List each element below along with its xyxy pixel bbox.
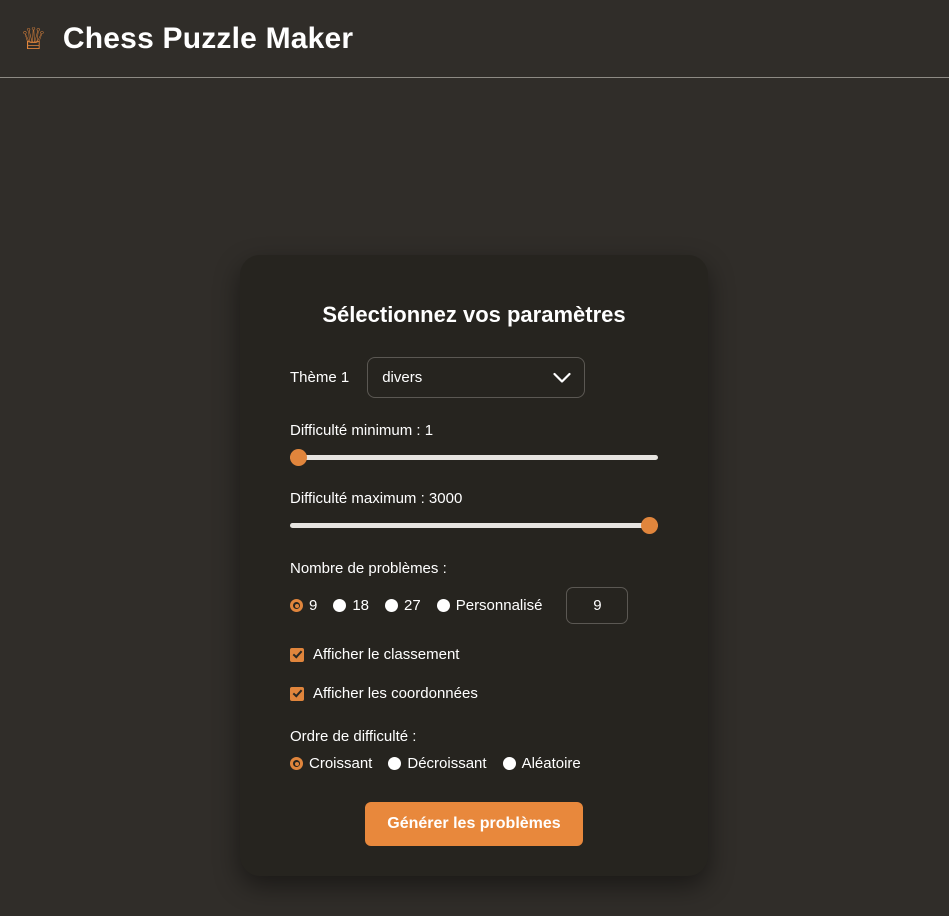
checkbox-indicator[interactable] <box>290 686 304 701</box>
generate-puzzles-button[interactable]: Générer les problèmes <box>365 802 583 846</box>
difficulty-max-label: Difficulté maximum : 3000 <box>290 490 463 507</box>
difficulty-order-option-ascending[interactable]: Croissant <box>290 755 372 772</box>
settings-card: Sélectionnez vos paramètres Thème 1 dive… <box>240 255 708 876</box>
radio-label: Aléatoire <box>521 755 581 772</box>
difficulty-order-options: Croissant Décroissant Aléatoire <box>290 755 658 772</box>
radio-indicator[interactable] <box>502 757 516 770</box>
radio-indicator[interactable] <box>388 757 402 770</box>
radio-label: 9 <box>309 597 318 614</box>
theme-row: Thème 1 divers <box>290 357 658 398</box>
submit-wrapper: Générer les problèmes <box>290 802 658 846</box>
difficulty-order-block: Ordre de difficulté : Croissant Décroiss… <box>290 728 658 772</box>
difficulty-order-option-random[interactable]: Aléatoire <box>502 755 581 772</box>
difficulty-order-option-descending[interactable]: Décroissant <box>388 755 487 772</box>
difficulty-max-slider[interactable] <box>290 516 658 534</box>
settings-form: Thème 1 divers Difficulté minimum : 1 Di… <box>240 357 708 846</box>
radio-indicator[interactable] <box>290 599 303 612</box>
app-title: Chess Puzzle Maker <box>62 21 354 55</box>
problem-count-block: Nombre de problèmes : 9 18 27 Personnali… <box>290 560 658 624</box>
show-coordinates-checkbox-row[interactable]: Afficher les coordonnées <box>290 685 658 702</box>
show-ranking-checkbox-row[interactable]: Afficher le classement <box>290 646 658 663</box>
radio-label: 18 <box>352 597 370 614</box>
difficulty-min-slider[interactable] <box>290 448 658 466</box>
problem-count-option-27[interactable]: 27 <box>385 597 421 614</box>
theme-select[interactable]: divers <box>367 357 586 398</box>
main-content-area: Sélectionnez vos paramètres Thème 1 dive… <box>0 78 949 916</box>
radio-indicator[interactable] <box>290 757 303 770</box>
checkbox-label: Afficher les coordonnées <box>313 685 478 702</box>
difficulty-min-block: Difficulté minimum : 1 <box>290 422 658 466</box>
checkbox-indicator[interactable] <box>290 647 304 662</box>
radio-indicator[interactable] <box>385 599 399 612</box>
problem-count-options: 9 18 27 Personnalisé <box>290 587 658 624</box>
difficulty-max-block: Difficulté maximum : 3000 <box>290 490 658 534</box>
custom-count-input[interactable] <box>566 587 629 624</box>
checkbox-label: Afficher le classement <box>313 646 460 663</box>
card-title: Sélectionnez vos paramètres <box>322 302 626 327</box>
radio-label: Personnalisé <box>455 597 543 614</box>
theme-select-wrapper: divers <box>367 357 586 398</box>
difficulty-order-title: Ordre de difficulté : <box>290 728 417 745</box>
radio-label: 27 <box>404 597 421 614</box>
difficulty-min-label: Difficulté minimum : 1 <box>290 422 434 439</box>
chess-queen-crown-icon: ♕ <box>20 22 47 56</box>
theme-label: Thème 1 <box>290 369 350 386</box>
radio-indicator[interactable] <box>333 599 347 612</box>
radio-label: Croissant <box>309 755 373 772</box>
app-header: ♕ Chess Puzzle Maker <box>0 0 949 78</box>
problem-count-option-18[interactable]: 18 <box>333 597 369 614</box>
radio-indicator[interactable] <box>436 599 450 612</box>
problem-count-option-custom[interactable]: Personnalisé <box>436 597 543 614</box>
problem-count-option-9[interactable]: 9 <box>290 597 317 614</box>
radio-label: Décroissant <box>407 755 487 772</box>
problem-count-title: Nombre de problèmes : <box>290 560 447 577</box>
